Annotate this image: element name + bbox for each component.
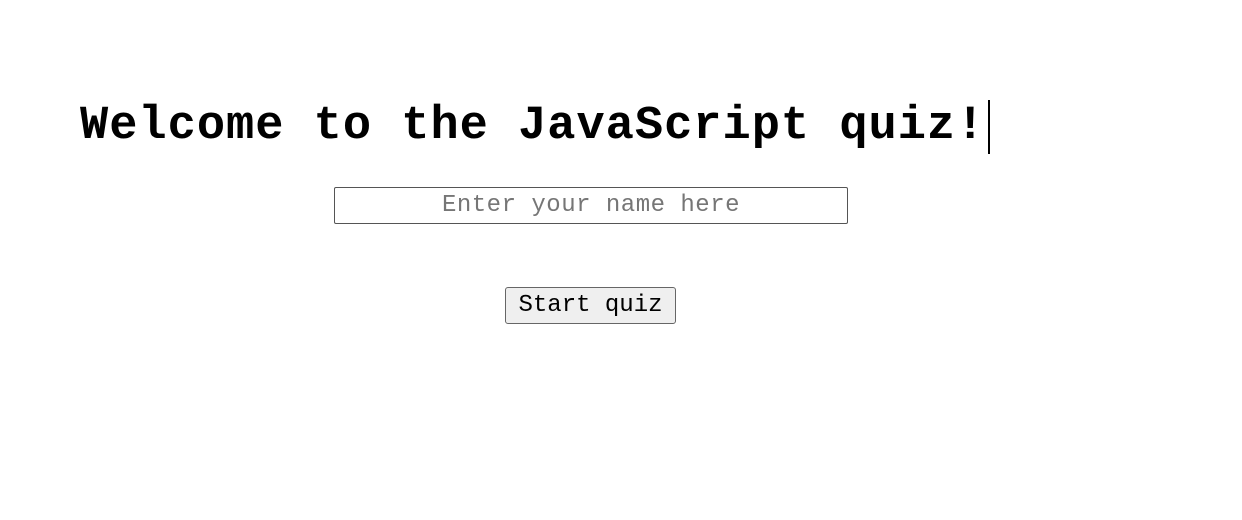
page-heading: Welcome to the JavaScript quiz! xyxy=(80,98,991,156)
text-cursor xyxy=(988,100,991,154)
page-title: Welcome to the JavaScript quiz! xyxy=(80,100,986,153)
start-quiz-button[interactable]: Start quiz xyxy=(505,287,676,324)
name-input[interactable] xyxy=(334,187,848,224)
